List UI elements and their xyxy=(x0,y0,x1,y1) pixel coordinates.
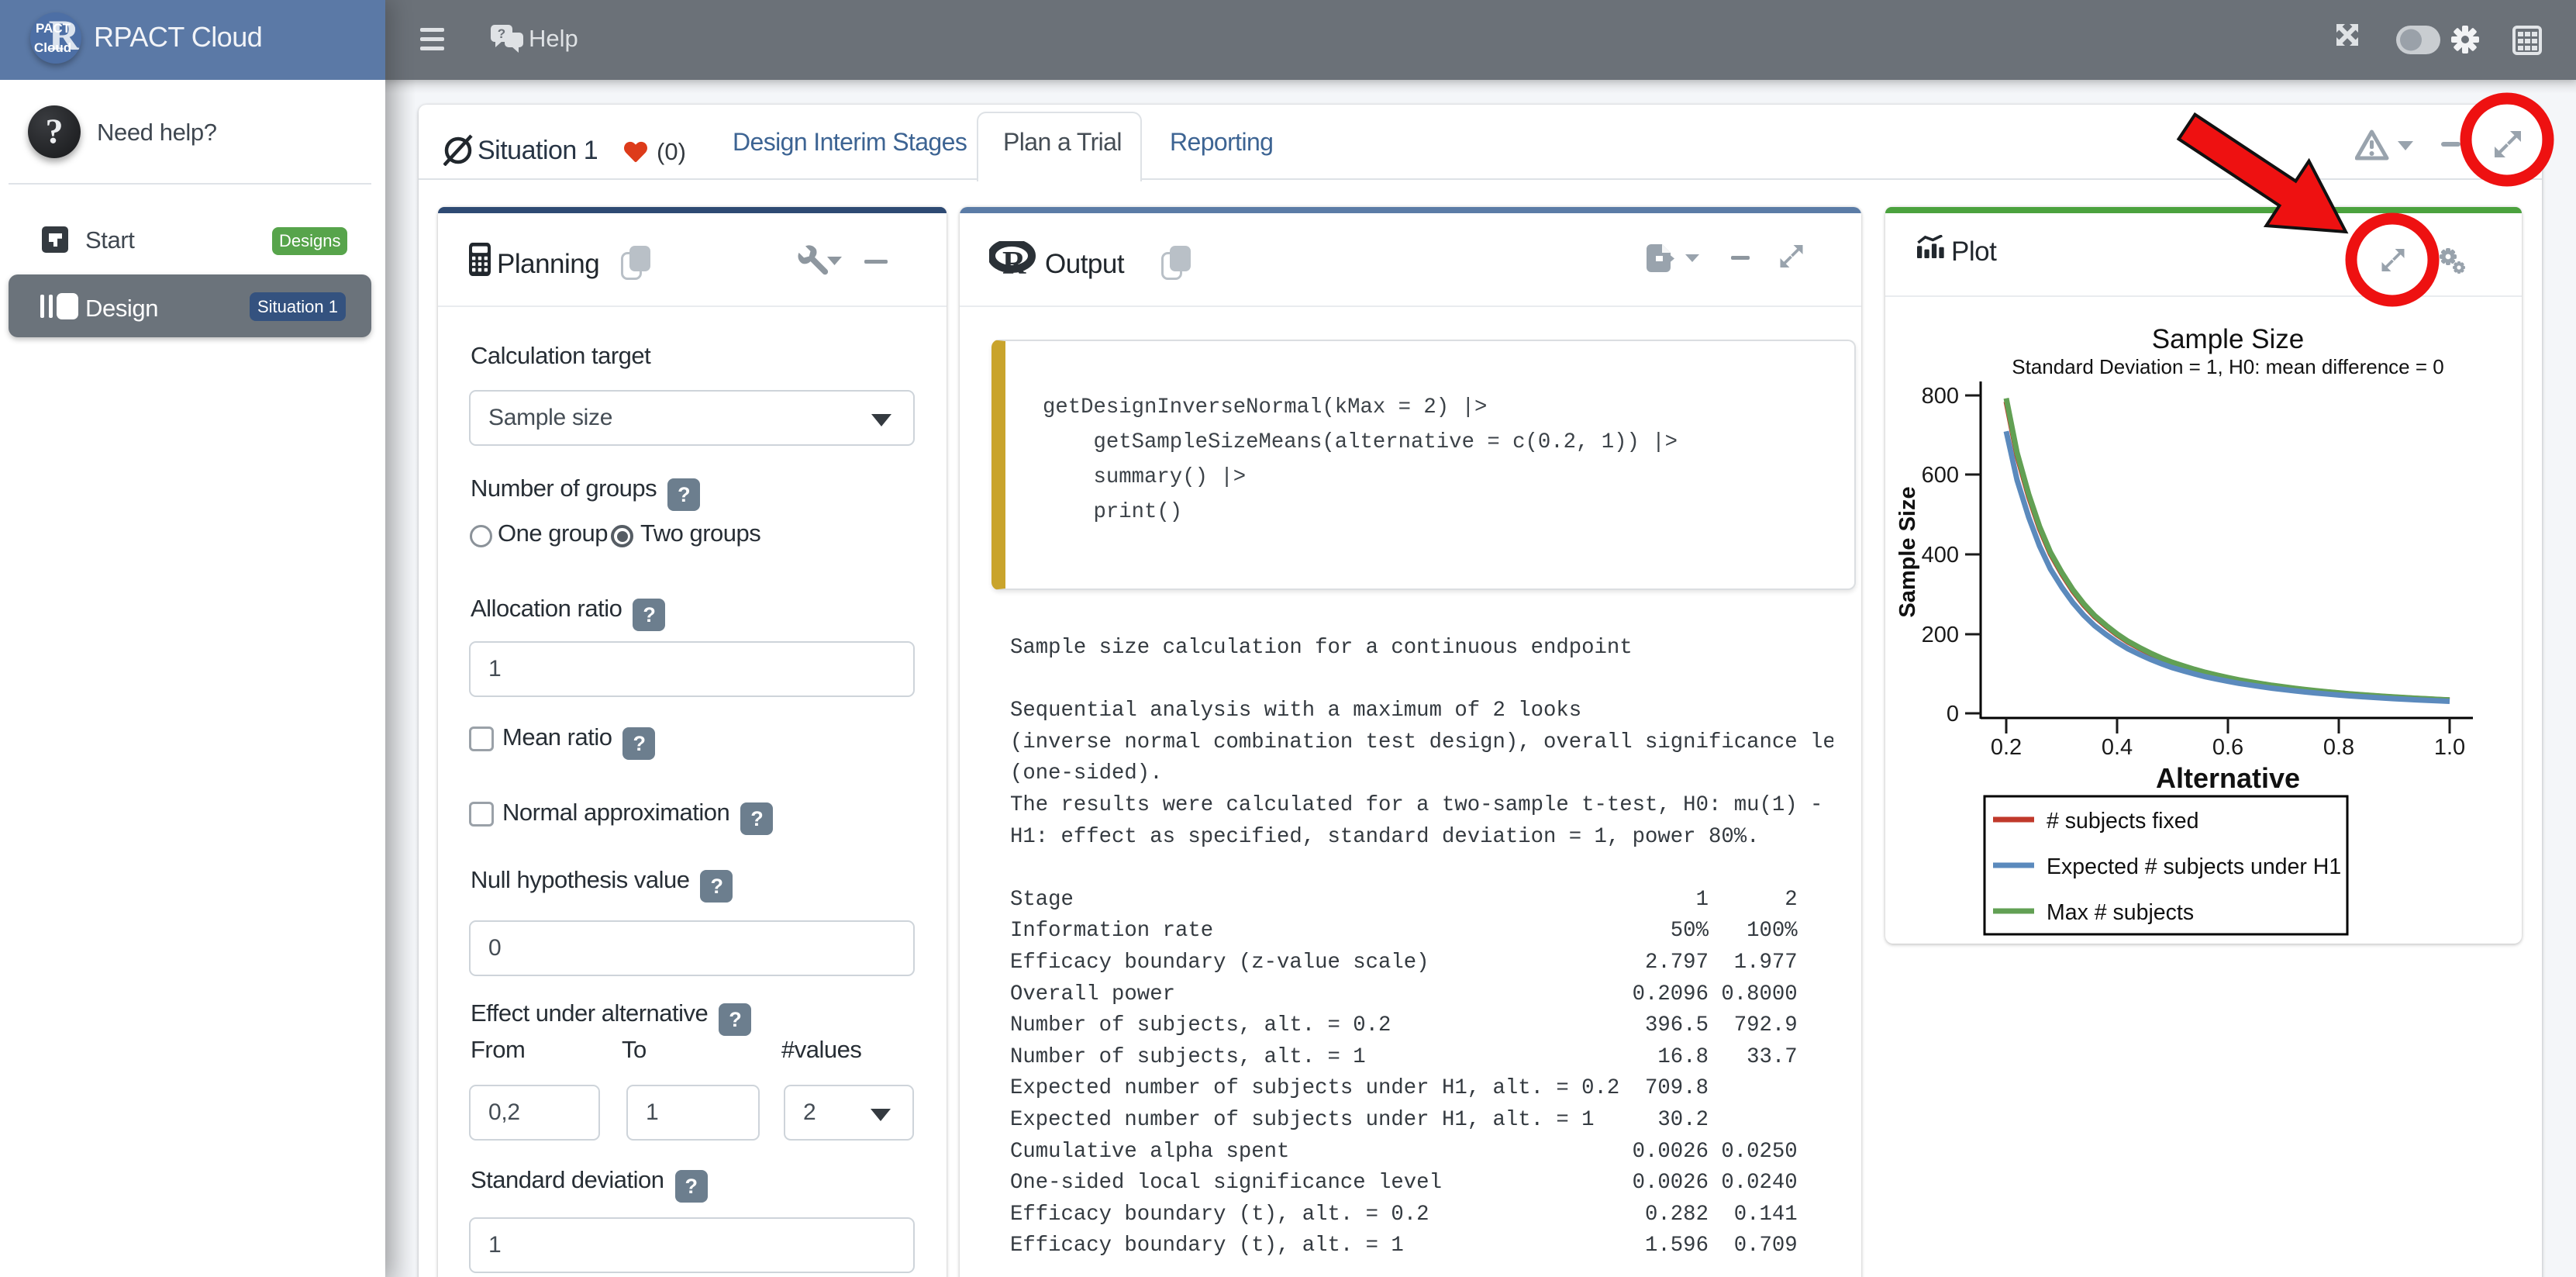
svg-text:200: 200 xyxy=(1922,623,1959,647)
svg-text:0.8: 0.8 xyxy=(2323,735,2354,760)
svg-text:Standard Deviation = 1, H0: me: Standard Deviation = 1, H0: mean differe… xyxy=(2012,355,2443,378)
svg-text:?: ? xyxy=(498,26,505,41)
svg-text:R: R xyxy=(1002,246,1026,280)
svg-text:600: 600 xyxy=(1922,463,1959,488)
svg-text:0.4: 0.4 xyxy=(2102,735,2133,760)
svg-text:Sample Size: Sample Size xyxy=(1895,486,1920,617)
svg-text:Max # subjects: Max # subjects xyxy=(2047,900,2194,925)
svg-text:800: 800 xyxy=(1922,384,1959,409)
svg-text:1.0: 1.0 xyxy=(2434,735,2465,760)
svg-text:0.6: 0.6 xyxy=(2212,735,2243,760)
svg-text:Alternative: Alternative xyxy=(2156,762,2300,794)
svg-text:# subjects fixed: # subjects fixed xyxy=(2047,809,2198,834)
svg-text:Expected # subjects under H1: Expected # subjects under H1 xyxy=(2047,854,2341,879)
svg-text:Sample Size: Sample Size xyxy=(2152,324,2304,354)
svg-text:400: 400 xyxy=(1922,543,1959,568)
svg-text:0.2: 0.2 xyxy=(1991,735,2022,760)
svg-text:0: 0 xyxy=(1947,702,1959,727)
